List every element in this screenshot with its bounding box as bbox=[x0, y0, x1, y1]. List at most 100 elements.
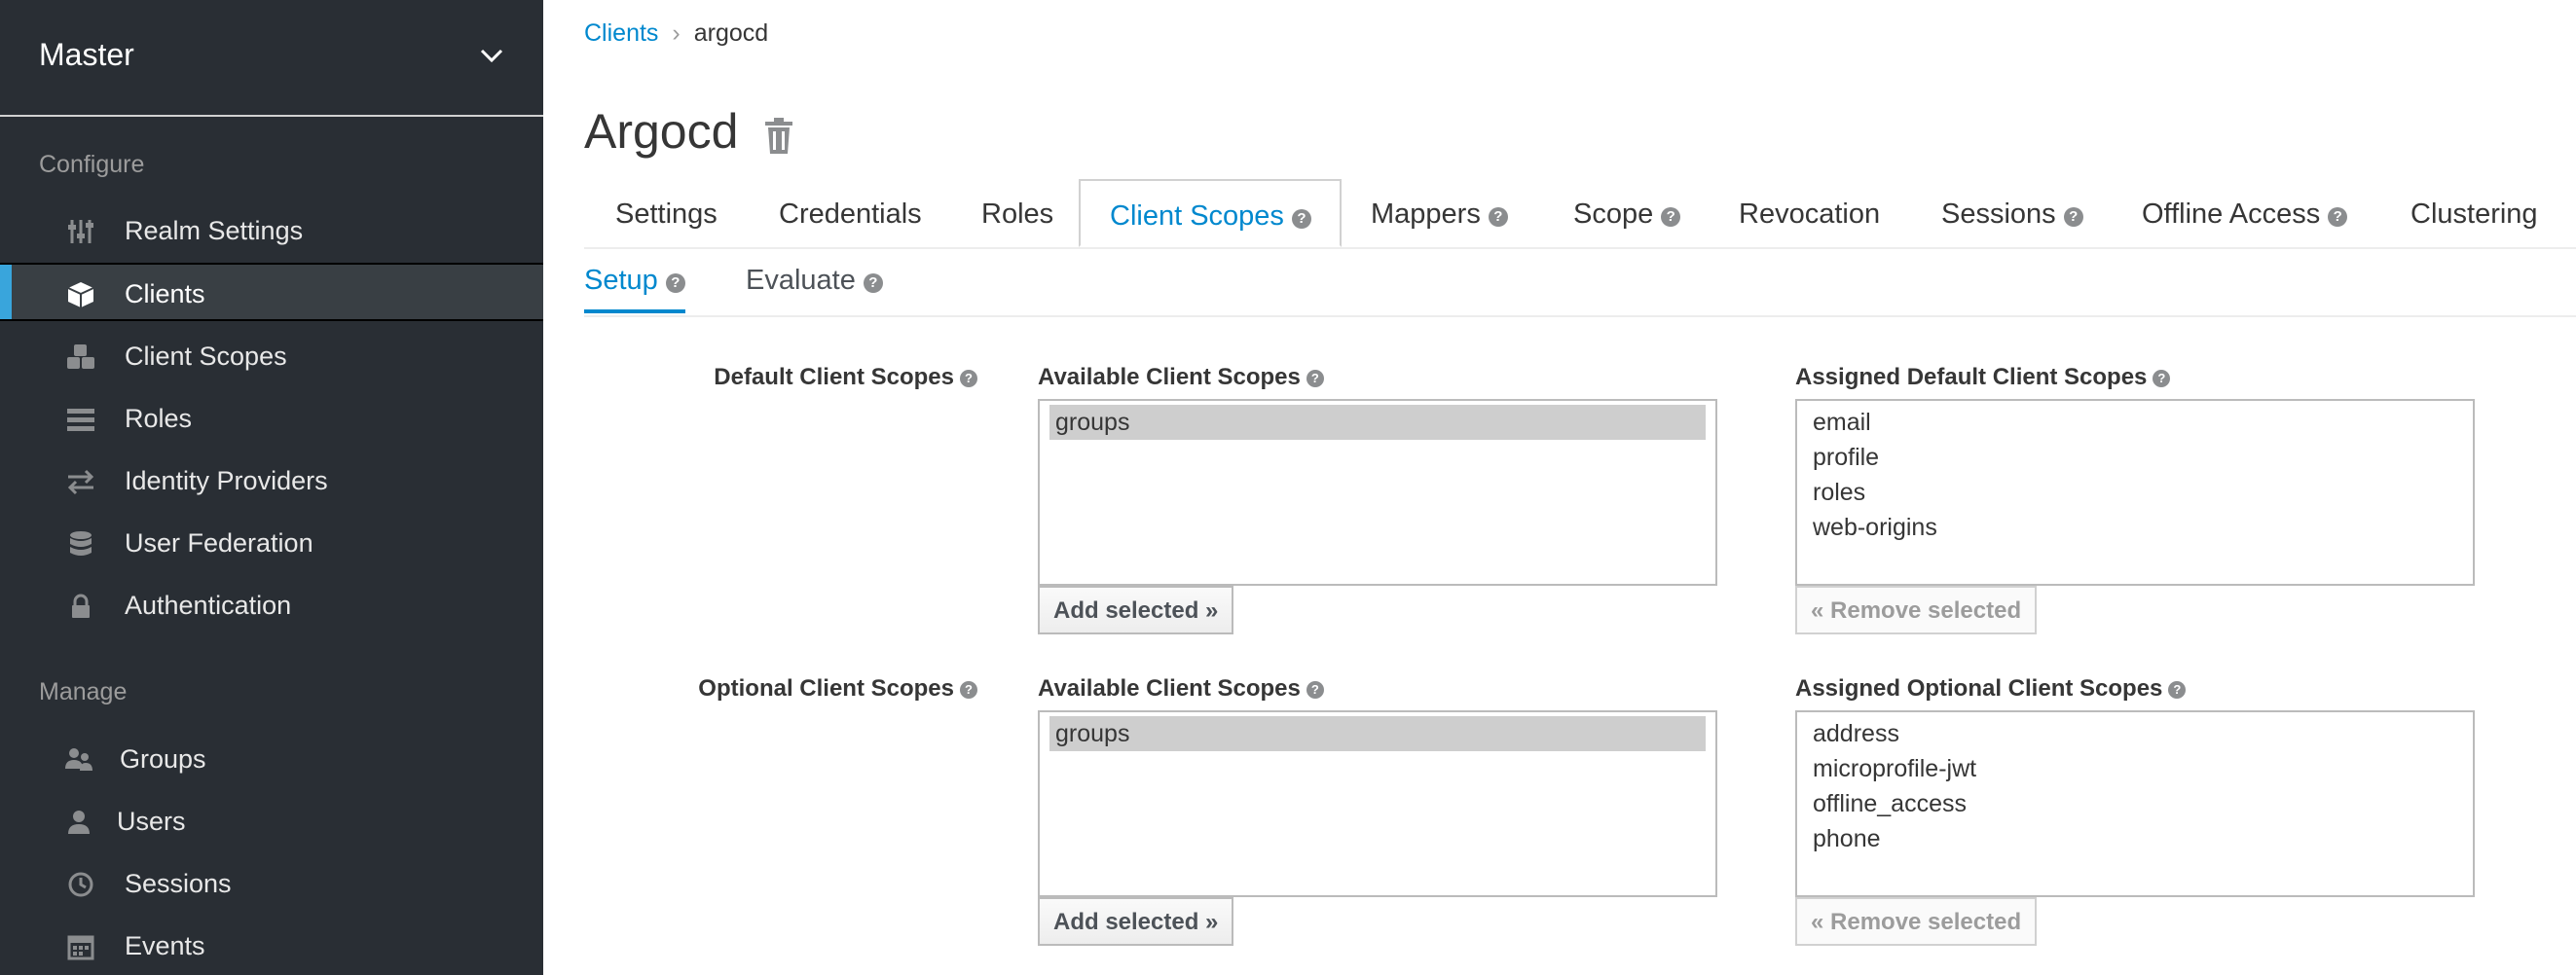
tab-clustering[interactable]: Clustering bbox=[2410, 179, 2538, 247]
sidebar-item-label: Groups bbox=[120, 744, 206, 774]
exchange-icon bbox=[67, 469, 94, 495]
field-label-text: Default Client Scopes bbox=[714, 364, 954, 390]
tab-settings[interactable]: Settings bbox=[615, 179, 718, 247]
cube-icon bbox=[67, 282, 94, 307]
sidebar-item-identity-providers[interactable]: Identity Providers bbox=[0, 451, 543, 510]
list-item[interactable]: roles bbox=[1807, 475, 2463, 510]
tab-label: Offline Access bbox=[2142, 199, 2321, 230]
sidebar-item-label: Realm Settings bbox=[125, 216, 304, 245]
sidebar-item-events[interactable]: Events bbox=[0, 917, 543, 975]
assigned-optional-scopes-list[interactable]: address microprofile-jwt offline_access … bbox=[1795, 710, 2475, 897]
tab-label: Scope bbox=[1573, 199, 1654, 230]
remove-selected-default-button[interactable]: « Remove selected bbox=[1795, 586, 2038, 634]
field-label-text: Optional Client Scopes bbox=[698, 675, 954, 702]
available-default-scopes-label: Available Client Scopes? bbox=[1038, 364, 1324, 391]
tab-label: Sessions bbox=[1941, 199, 2056, 230]
assigned-optional-scopes-label: Assigned Optional Client Scopes? bbox=[1795, 675, 2187, 703]
remove-selected-optional-button[interactable]: « Remove selected bbox=[1795, 897, 2038, 946]
sidebar-item-users[interactable]: Users bbox=[0, 792, 543, 850]
sidebar-item-label: Clients bbox=[125, 279, 205, 308]
roles-list-icon bbox=[67, 409, 94, 431]
tab-client-scopes[interactable]: Client Scopes? bbox=[1079, 179, 1342, 247]
client-tabs: Settings Credentials Roles Client Scopes… bbox=[584, 179, 2576, 249]
add-selected-default-button[interactable]: Add selected » bbox=[1038, 586, 1234, 634]
configure-section-label: Configure bbox=[39, 151, 145, 178]
help-icon[interactable]: ? bbox=[1306, 370, 1324, 387]
sidebar-item-authentication[interactable]: Authentication bbox=[0, 576, 543, 634]
clock-icon bbox=[68, 872, 93, 897]
manage-section-label: Manage bbox=[39, 678, 128, 705]
optional-client-scopes-label: Optional Client Scopes? bbox=[698, 675, 977, 703]
list-item[interactable]: phone bbox=[1807, 821, 2463, 856]
list-label-text: Assigned Default Client Scopes bbox=[1795, 364, 2148, 390]
list-item[interactable]: groups bbox=[1049, 716, 1706, 751]
help-icon[interactable]: ? bbox=[960, 681, 977, 699]
tab-label: Credentials bbox=[779, 199, 922, 230]
tab-label: Roles bbox=[981, 199, 1054, 230]
sidebar-item-label: Users bbox=[117, 807, 186, 836]
cubes-icon bbox=[67, 344, 94, 369]
users-group-icon bbox=[65, 748, 92, 771]
realm-selector[interactable]: Master bbox=[0, 0, 543, 117]
sidebar-item-clients[interactable]: Clients bbox=[0, 263, 543, 321]
sliders-icon bbox=[68, 220, 93, 243]
help-icon[interactable]: ? bbox=[665, 273, 685, 293]
help-icon[interactable]: ? bbox=[1488, 207, 1508, 227]
tab-label: Client Scopes bbox=[1110, 200, 1284, 232]
subtab-label: Evaluate bbox=[746, 265, 856, 296]
sidebar-item-client-scopes[interactable]: Client Scopes bbox=[0, 327, 543, 385]
assigned-default-scopes-list[interactable]: email profile roles web-origins bbox=[1795, 399, 2475, 586]
sidebar-item-label: Events bbox=[125, 931, 205, 960]
breadcrumb-separator: › bbox=[672, 19, 681, 47]
assigned-default-scopes-label: Assigned Default Client Scopes? bbox=[1795, 364, 2171, 391]
help-icon[interactable]: ? bbox=[863, 273, 883, 293]
subtab-setup[interactable]: Setup? bbox=[584, 265, 685, 313]
tab-mappers[interactable]: Mappers? bbox=[1371, 179, 1508, 247]
tab-roles[interactable]: Roles bbox=[981, 179, 1053, 247]
tab-scope[interactable]: Scope? bbox=[1573, 179, 1681, 247]
sidebar-item-sessions[interactable]: Sessions bbox=[0, 854, 543, 913]
list-item[interactable]: profile bbox=[1807, 440, 2463, 475]
help-icon[interactable]: ? bbox=[2063, 207, 2083, 227]
subtab-evaluate[interactable]: Evaluate? bbox=[746, 265, 883, 313]
tab-sessions[interactable]: Sessions? bbox=[1941, 179, 2083, 247]
tab-label: Mappers bbox=[1371, 199, 1481, 230]
sidebar-item-realm-settings[interactable]: Realm Settings bbox=[0, 201, 543, 260]
list-item[interactable]: microprofile-jwt bbox=[1807, 751, 2463, 786]
list-item[interactable]: web-origins bbox=[1807, 510, 2463, 545]
sidebar-item-label: Roles bbox=[125, 404, 193, 433]
database-icon bbox=[70, 531, 92, 556]
breadcrumb-clients-link[interactable]: Clients bbox=[584, 19, 658, 47]
help-icon[interactable]: ? bbox=[1291, 209, 1311, 229]
list-item[interactable]: offline_access bbox=[1807, 786, 2463, 821]
available-optional-scopes-label: Available Client Scopes? bbox=[1038, 675, 1324, 703]
list-label-text: Available Client Scopes bbox=[1038, 675, 1301, 702]
lock-icon bbox=[72, 594, 90, 618]
help-icon[interactable]: ? bbox=[2153, 370, 2171, 387]
sidebar-item-label: User Federation bbox=[125, 528, 313, 558]
tab-revocation[interactable]: Revocation bbox=[1739, 179, 1880, 247]
breadcrumb-current: argocd bbox=[693, 19, 769, 47]
realm-name: Master bbox=[39, 37, 134, 72]
help-icon[interactable]: ? bbox=[2328, 207, 2348, 227]
help-icon[interactable]: ? bbox=[2168, 681, 2187, 699]
help-icon[interactable]: ? bbox=[960, 370, 977, 387]
list-item[interactable]: address bbox=[1807, 716, 2463, 751]
list-item[interactable]: email bbox=[1807, 405, 2463, 440]
sidebar: Master Configure Realm Settings Clients … bbox=[0, 0, 543, 975]
trash-icon[interactable] bbox=[763, 117, 794, 156]
tab-label: Clustering bbox=[2410, 199, 2538, 230]
list-item[interactable]: groups bbox=[1049, 405, 1706, 440]
client-scopes-subtabs: Setup? Evaluate? bbox=[584, 249, 2576, 317]
sidebar-item-roles[interactable]: Roles bbox=[0, 389, 543, 448]
sidebar-item-user-federation[interactable]: User Federation bbox=[0, 514, 543, 572]
available-default-scopes-list[interactable]: groups bbox=[1038, 399, 1717, 586]
help-icon[interactable]: ? bbox=[1306, 681, 1324, 699]
add-selected-optional-button[interactable]: Add selected » bbox=[1038, 897, 1234, 946]
help-icon[interactable]: ? bbox=[1661, 207, 1681, 227]
tab-credentials[interactable]: Credentials bbox=[779, 179, 922, 247]
main-content: Clients › argocd Argocd Settings Credentia… bbox=[543, 0, 2576, 975]
tab-offline-access[interactable]: Offline Access? bbox=[2142, 179, 2348, 247]
sidebar-item-groups[interactable]: Groups bbox=[0, 730, 543, 788]
available-optional-scopes-list[interactable]: groups bbox=[1038, 710, 1717, 897]
